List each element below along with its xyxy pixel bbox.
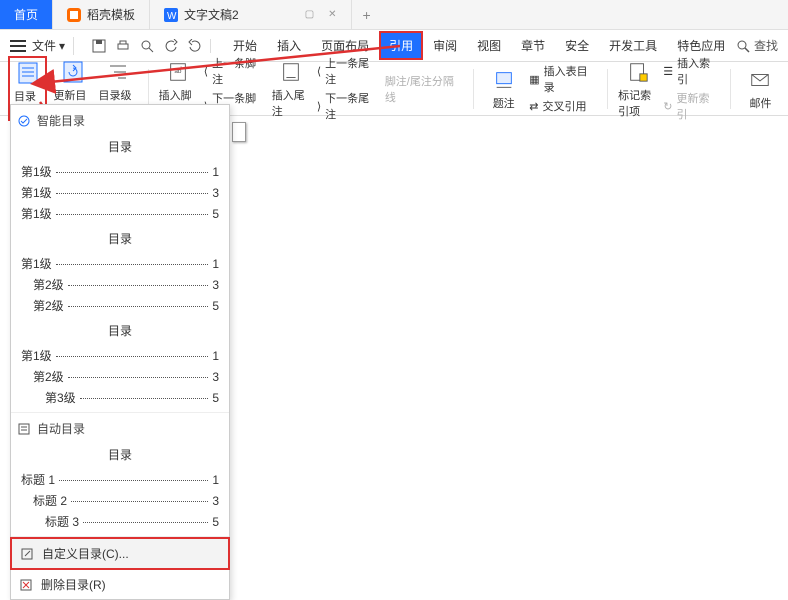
insert-table-toc-button[interactable]: ▦插入表目录 [529,63,597,95]
print-icon[interactable] [116,39,130,53]
doc-icon: W [164,8,178,22]
print-preview-icon[interactable] [140,39,154,53]
table-icon: ▦ [529,73,539,86]
index-mark-icon [625,59,651,85]
menu-tab-chapter[interactable]: 章节 [511,31,555,60]
save-icon[interactable] [92,39,106,53]
delete-toc-menuitem[interactable]: 删除目录(R) [11,570,229,599]
svg-text:W: W [167,11,177,22]
crossref-icon: ⇄ [529,100,538,113]
quick-access-toolbar [92,39,211,53]
insert-index-button[interactable]: ☰插入索引 [663,55,720,87]
next-icon: ⟩ [317,100,321,113]
prev-endnote-button[interactable]: ⟨上一条尾注 [317,55,379,87]
tab-popup-icon[interactable]: ▢ [305,9,314,20]
tab-template-label: 稻壳模板 [87,6,135,23]
update-index-icon: ↻ [663,100,672,113]
toc-style-2[interactable]: 目录 第1级1 第2级3 第2级5 [11,230,229,316]
menu-tab-insert[interactable]: 插入 [267,31,311,60]
menu-tab-view[interactable]: 视图 [467,31,511,60]
update-index-button: ↻更新索引 [663,90,720,122]
chevron-down-icon: ▾ [59,39,65,53]
endnote-icon [278,59,304,85]
caption-button[interactable]: 题注 [484,67,523,111]
caption-icon [491,67,517,93]
crossref-button[interactable]: ⇄交叉引用 [529,98,597,114]
footnote-divider-button: 脚注/尾注分隔线 [385,73,463,105]
svg-text:1: 1 [180,65,183,70]
toc-style-1[interactable]: 目录 第1级1 第1级3 第1级5 [11,138,229,224]
smart-toc-header: 智能目录 [11,109,229,132]
insert-index-icon: ☰ [663,65,673,78]
tab-document[interactable]: W 文字文稿2 ▢ ✕ [150,0,352,29]
prev-footnote-button[interactable]: ⟨上一条脚注 [204,55,266,87]
tab-document-label: 文字文稿2 [184,6,239,23]
footnote-icon: ab1 [165,59,191,85]
toc-style-auto[interactable]: 目录 标题 11 标题 23 标题 35 [11,446,229,532]
tab-home[interactable]: 首页 [0,0,53,29]
file-menu[interactable]: 文件 ▾ [32,37,65,54]
auto-toc-header: 自动目录 [11,417,229,440]
refresh-icon [60,59,86,85]
tab-template[interactable]: 稻壳模板 [53,0,150,29]
toc-dropdown: 智能目录 目录 第1级1 第1级3 第1级5 目录 第1级1 第2级3 第2级5… [10,104,230,600]
toc-style-3[interactable]: 目录 第1级1 第2级3 第3级5 [11,322,229,408]
prev-icon: ⟨ [204,65,208,78]
menu-tab-security[interactable]: 安全 [555,31,599,60]
insert-endnote-button[interactable]: 插入尾注 [272,59,311,119]
redo-icon[interactable] [188,39,202,53]
toc-icon [15,60,41,86]
add-tab-button[interactable]: + [352,0,382,29]
mail-icon [747,67,773,93]
undo-icon[interactable] [164,39,178,53]
level-icon [105,59,131,85]
search-button[interactable]: 查找 [736,37,778,54]
close-icon[interactable]: ✕ [328,9,336,20]
mail-button[interactable]: 邮件 [741,67,780,111]
template-icon [67,8,81,22]
menu-tab-devtools[interactable]: 开发工具 [599,31,667,60]
mark-index-button[interactable]: 标记索引项 [618,59,657,119]
next-endnote-button[interactable]: ⟩下一条尾注 [317,90,379,122]
prev-icon: ⟨ [317,65,321,78]
hamburger-icon[interactable] [10,40,26,52]
custom-toc-menuitem[interactable]: 自定义目录(C)... [10,537,230,570]
menu-tab-review[interactable]: 审阅 [423,31,467,60]
menu-tab-references[interactable]: 引用 [379,31,423,60]
page-thumbnail [232,122,246,142]
